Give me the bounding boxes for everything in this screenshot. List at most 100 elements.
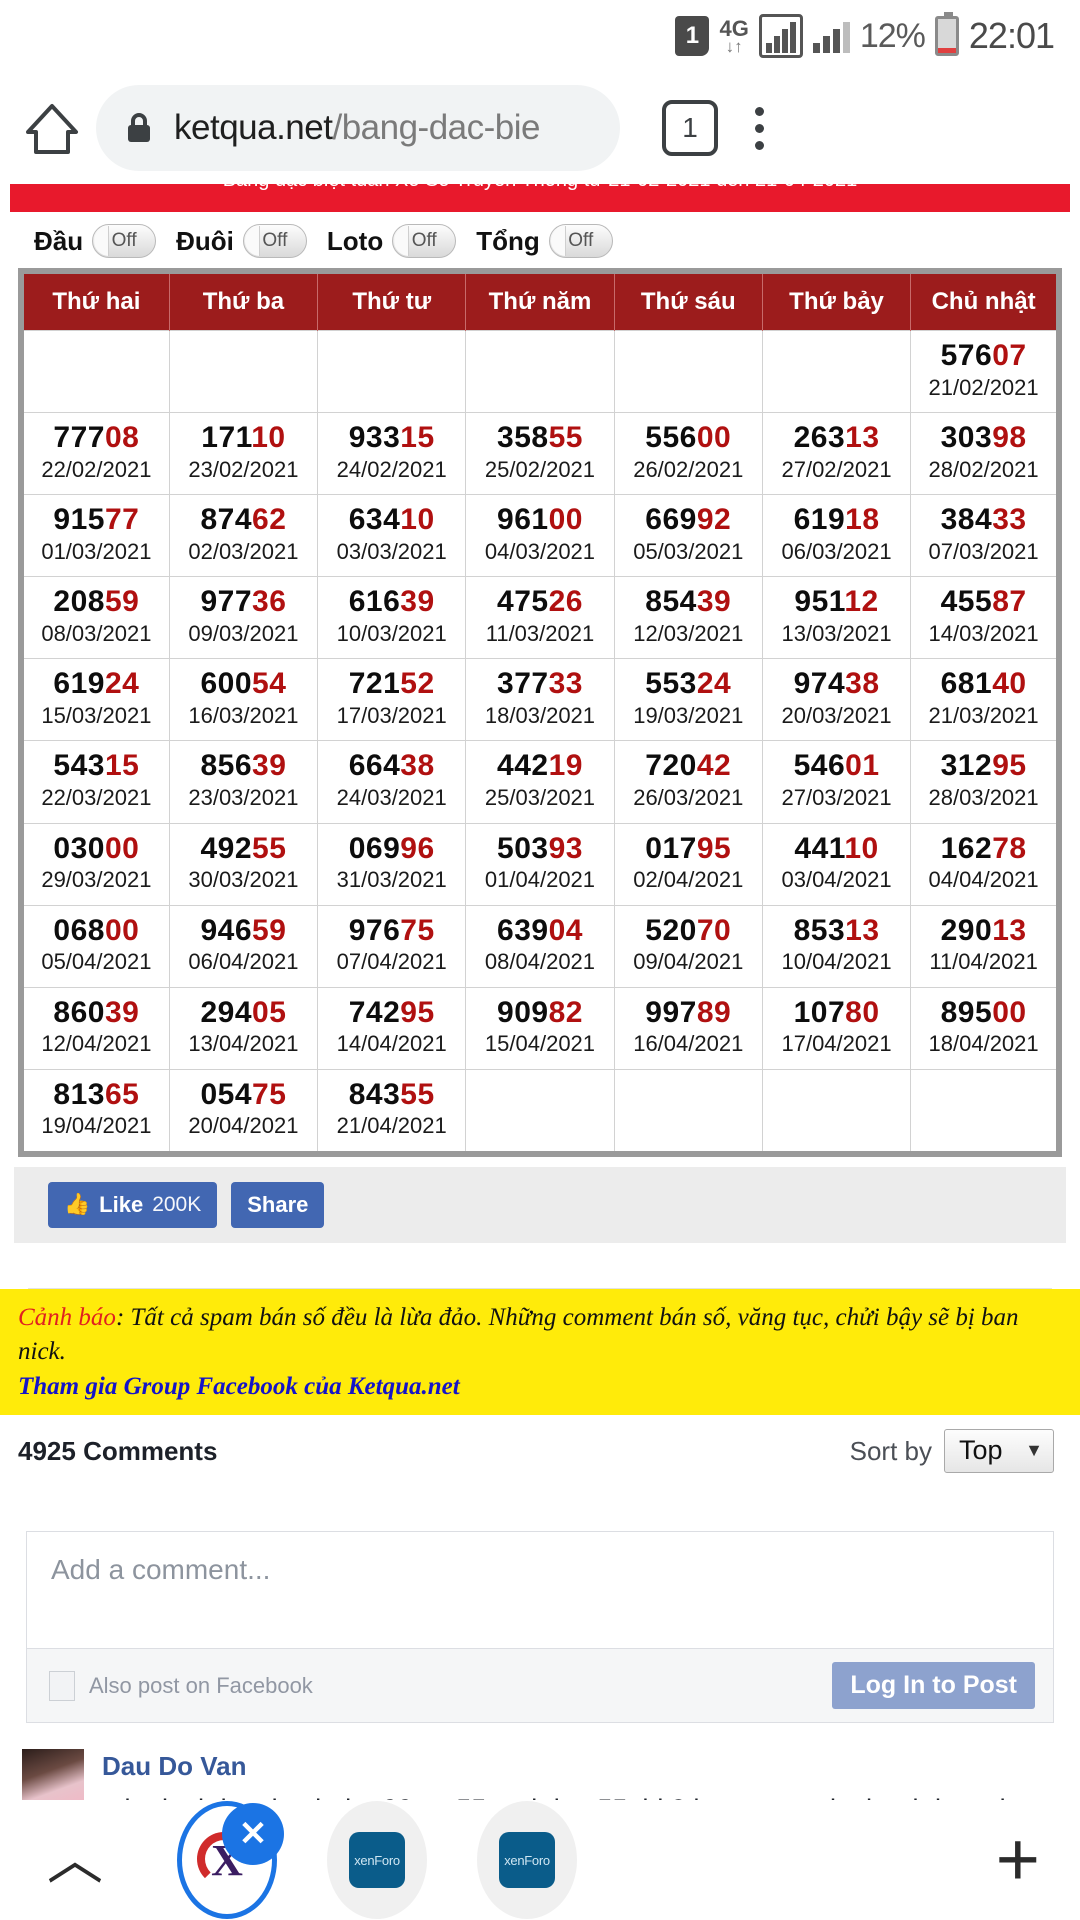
result-cell[interactable]: 29013 11/04/2021 [910,904,1060,988]
filter-toggle-loto[interactable]: Off [392,224,457,258]
result-cell[interactable]: 20859 08/03/2021 [20,576,170,660]
comment-author[interactable]: Dau Do Van [102,1749,1054,1784]
result-number: 30398 [940,421,1027,455]
result-cell[interactable]: 06996 31/03/2021 [317,822,467,906]
result-cell[interactable]: 05475 20/04/2021 [168,1068,319,1155]
filter-toggle-duoi[interactable]: Off [242,224,307,258]
result-cell[interactable]: 66438 24/03/2021 [317,740,467,824]
result-cell[interactable]: 45587 14/03/2021 [910,576,1060,660]
app-oval-2[interactable]: xenForo [327,1801,427,1919]
result-cell[interactable]: 96100 04/03/2021 [465,494,615,578]
result-cell[interactable]: 91577 01/03/2021 [20,494,170,578]
result-cell[interactable]: 87462 02/03/2021 [168,494,319,578]
result-cell[interactable]: 99789 16/04/2021 [613,986,763,1070]
result-cell[interactable] [910,1068,1060,1155]
result-cell[interactable]: 50393 01/04/2021 [465,822,615,906]
result-cell[interactable]: 35855 25/02/2021 [465,412,615,496]
result-cell[interactable]: 97736 09/03/2021 [168,576,319,660]
result-cell[interactable]: 77708 22/02/2021 [20,412,170,496]
also-post-checkbox-row[interactable]: Also post on Facebook [49,1670,313,1701]
result-cell[interactable]: 63410 03/03/2021 [317,494,467,578]
result-cell[interactable] [168,329,319,414]
result-cell[interactable]: 37733 18/03/2021 [465,658,615,742]
result-cell[interactable]: 85439 12/03/2021 [613,576,763,660]
result-cell[interactable]: 74295 14/04/2021 [317,986,467,1070]
facebook-group-link[interactable]: Tham gia Group Facebook của Ketqua.net [18,1373,1066,1401]
result-cell[interactable]: 06800 05/04/2021 [20,904,170,988]
result-cell[interactable] [761,1068,912,1155]
result-cell[interactable]: 61639 10/03/2021 [317,576,467,660]
result-cell[interactable]: 55324 19/03/2021 [613,658,763,742]
result-cell[interactable]: 30398 28/02/2021 [910,412,1060,496]
home-icon[interactable] [24,100,80,156]
filter-toggle-dau[interactable]: Off [92,224,157,258]
result-cell[interactable]: 44219 25/03/2021 [465,740,615,824]
result-cell[interactable]: 55600 26/02/2021 [613,412,763,496]
result-cell[interactable] [761,329,912,414]
result-cell[interactable]: 54601 27/03/2021 [761,740,912,824]
result-cell[interactable]: 72152 17/03/2021 [317,658,467,742]
app-slot-2[interactable]: xenForo [318,1801,436,1919]
kebab-menu-icon[interactable] [734,106,784,150]
result-cell[interactable]: 61924 15/03/2021 [20,658,170,742]
result-cell[interactable]: 97438 20/03/2021 [761,658,912,742]
result-cell[interactable]: 29405 13/04/2021 [168,986,319,1070]
result-cell[interactable]: 38433 07/03/2021 [910,494,1060,578]
result-cell[interactable]: 01795 02/04/2021 [613,822,763,906]
result-date: 21/02/2021 [928,374,1039,400]
result-cell[interactable]: 17110 23/02/2021 [168,412,319,496]
result-cell[interactable] [317,329,467,414]
address-bar[interactable]: ketqua.net/bang-dac-bie [96,85,620,171]
result-cell[interactable]: 47526 11/03/2021 [465,576,615,660]
result-cell[interactable]: 03000 29/03/2021 [20,822,170,906]
result-number: 44110 [794,831,879,865]
result-cell[interactable]: 89500 18/04/2021 [910,986,1060,1070]
result-cell[interactable]: 94659 06/04/2021 [168,904,319,988]
result-cell[interactable]: 10780 17/04/2021 [761,986,912,1070]
result-cell[interactable]: 97675 07/04/2021 [317,904,467,988]
result-cell[interactable]: 49255 30/03/2021 [168,822,319,906]
facebook-share-button[interactable]: Share [231,1181,325,1228]
close-icon[interactable]: ✕ [222,1803,284,1865]
result-cell[interactable] [465,329,615,414]
result-cell[interactable]: 63904 08/04/2021 [465,904,615,988]
result-cell[interactable]: 16278 04/04/2021 [910,822,1060,906]
result-cell[interactable]: 90982 15/04/2021 [465,986,615,1070]
result-cell[interactable]: 44110 03/04/2021 [761,822,912,906]
result-cell[interactable] [613,329,763,414]
app-slot-active[interactable]: X ✕ [168,1801,286,1919]
result-cell[interactable]: 52070 09/04/2021 [613,904,763,988]
result-cell[interactable]: 85313 10/04/2021 [761,904,912,988]
plus-icon[interactable]: + [996,1821,1040,1897]
log-in-to-post-button[interactable]: Log In to Post [832,1662,1035,1710]
result-cell[interactable]: 66992 05/03/2021 [613,494,763,578]
result-cell[interactable]: 93315 24/02/2021 [317,412,467,496]
result-cell[interactable]: 72042 26/03/2021 [613,740,763,824]
bottom-navigation-bar: ︿ X ✕ xenForo xenForo + [0,1800,1080,1920]
result-cell[interactable]: 81365 19/04/2021 [20,1068,170,1155]
facebook-like-button[interactable]: 👍 Like 200K [48,1181,218,1228]
result-cell[interactable]: 68140 21/03/2021 [910,658,1060,742]
result-cell[interactable]: 57607 21/02/2021 [910,329,1060,414]
result-cell[interactable]: 54315 22/03/2021 [20,740,170,824]
result-cell[interactable]: 84355 21/04/2021 [317,1068,467,1155]
also-post-checkbox[interactable] [49,1670,75,1701]
comment-input[interactable]: Add a comment... [26,1531,1054,1650]
result-cell[interactable]: 85639 23/03/2021 [168,740,319,824]
sort-select[interactable]: Top ▼ [944,1429,1054,1474]
result-cell[interactable]: 95112 13/03/2021 [761,576,912,660]
result-cell[interactable] [613,1068,763,1155]
result-cell[interactable] [20,329,170,414]
result-date: 11/03/2021 [485,620,595,646]
result-cell[interactable]: 31295 28/03/2021 [910,740,1060,824]
result-cell[interactable]: 60054 16/03/2021 [168,658,319,742]
result-cell[interactable]: 86039 12/04/2021 [20,986,170,1070]
chevron-up-icon[interactable]: ︿ [40,1832,110,1888]
app-oval-3[interactable]: xenForo [477,1801,577,1919]
result-cell[interactable]: 26313 27/02/2021 [761,412,912,496]
result-cell[interactable]: 61918 06/03/2021 [761,494,912,578]
filter-toggle-tong[interactable]: Off [548,224,613,258]
tab-counter-button[interactable]: 1 [662,100,718,156]
app-slot-3[interactable]: xenForo [468,1801,586,1919]
result-cell[interactable] [465,1068,615,1155]
